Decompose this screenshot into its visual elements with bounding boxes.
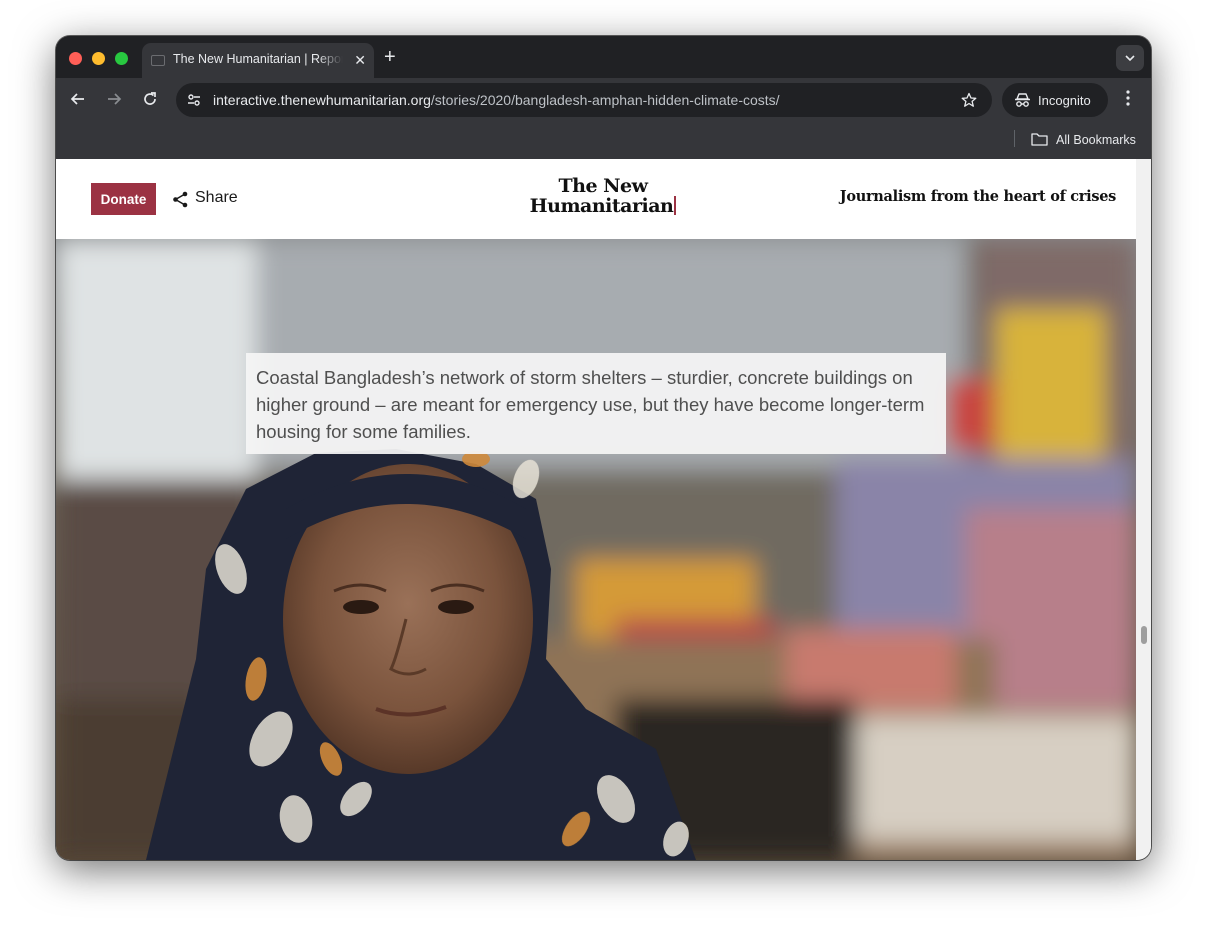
all-bookmarks-label: All Bookmarks [1056,133,1136,147]
url-host: interactive.thenewhumanitarian.org [213,92,431,108]
bookmarks-divider [1014,130,1015,147]
back-button[interactable] [66,87,90,111]
browser-window: The New Humanitarian | Reporting from th… [56,36,1151,860]
browser-toolbar: interactive.thenewhumanitarian.org/stori… [56,78,1151,120]
new-tab-button[interactable]: + [384,46,396,68]
bookmark-star-icon[interactable] [961,92,977,108]
page-scrollbar[interactable] [1136,159,1151,860]
chevron-down-icon [1125,55,1135,62]
url-path: /stories/2020/bangladesh-amphan-hidden-c… [430,92,780,108]
tab-title: The New Humanitarian | Reporting from th… [173,52,343,66]
folder-icon [1031,133,1048,146]
incognito-label: Incognito [1038,93,1091,108]
tab-search-button[interactable] [1116,45,1144,71]
photo-caption: Coastal Bangladesh’s network of storm sh… [246,353,946,454]
arrow-right-icon [108,93,122,105]
hero-photo: Coastal Bangladesh’s network of storm sh… [56,239,1136,860]
hero-photo-image [56,239,1136,860]
incognito-profile-button[interactable]: Incognito [1002,83,1108,117]
share-label: Share [195,189,238,206]
tab-active[interactable]: The New Humanitarian | Reporting from th… [142,43,374,78]
more-vertical-icon [1126,90,1130,106]
close-window-button[interactable] [69,52,82,65]
minimize-window-button[interactable] [92,52,105,65]
site-settings-icon[interactable] [186,92,202,108]
tab-strip: The New Humanitarian | Reporting from th… [56,36,1151,78]
site-tagline: Journalism from the heart of crises [839,188,1117,205]
arrow-left-icon [70,93,84,105]
incognito-icon [1015,93,1030,107]
maximize-window-button[interactable] [115,52,128,65]
site-logo[interactable]: The New Humanitarian [528,176,678,216]
logo-accent-bar [674,196,677,215]
share-icon [173,191,188,208]
scrollbar-thumb[interactable] [1141,626,1147,644]
address-bar[interactable]: interactive.thenewhumanitarian.org/stori… [176,83,992,117]
reload-button[interactable] [138,87,162,111]
web-page: Donate Share The New Humanitarian Journa… [56,159,1151,860]
donate-button[interactable]: Donate [91,183,156,215]
url-text[interactable]: interactive.thenewhumanitarian.org/stori… [213,92,780,108]
favicon-icon [151,55,165,66]
close-tab-icon[interactable]: ✕ [354,51,366,69]
logo-line-2-text: Humanitarian [529,195,674,217]
reload-icon [144,92,156,105]
browser-menu-button[interactable] [1120,89,1136,112]
forward-button[interactable] [102,87,126,111]
logo-line-1: The New [558,175,648,197]
logo-line-2: Humanitarian [528,196,678,216]
site-header: Donate Share The New Humanitarian Journa… [56,159,1136,239]
bookmarks-bar: All Bookmarks [56,120,1151,159]
